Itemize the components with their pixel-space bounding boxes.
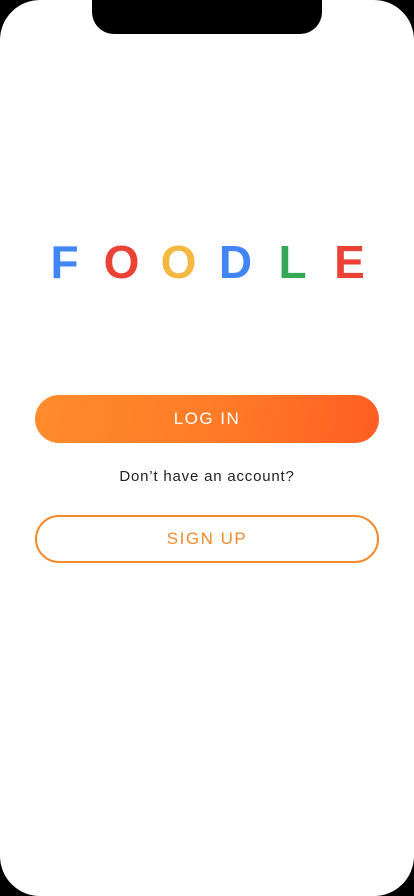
- login-button-label: LOG IN: [173, 409, 241, 428]
- signup-button-label: SIGN UP: [166, 529, 248, 548]
- phone-screen: F O O D L E LOG IN Don’t have an account…: [0, 0, 414, 896]
- logo-letter-6: E: [334, 236, 365, 288]
- app-logo: F O O D L E: [0, 234, 414, 290]
- signup-prompt-text: Don’t have an account?: [119, 468, 295, 485]
- logo-letter-1: F: [50, 236, 79, 288]
- logo-letter-5: L: [278, 236, 307, 288]
- logo-letter-4: D: [218, 236, 253, 288]
- login-button[interactable]: LOG IN: [35, 395, 379, 443]
- signup-button[interactable]: SIGN UP: [35, 515, 379, 563]
- logo-letter-2: O: [103, 236, 140, 288]
- device-notch: [92, 0, 322, 34]
- logo-letter-3: O: [160, 236, 197, 288]
